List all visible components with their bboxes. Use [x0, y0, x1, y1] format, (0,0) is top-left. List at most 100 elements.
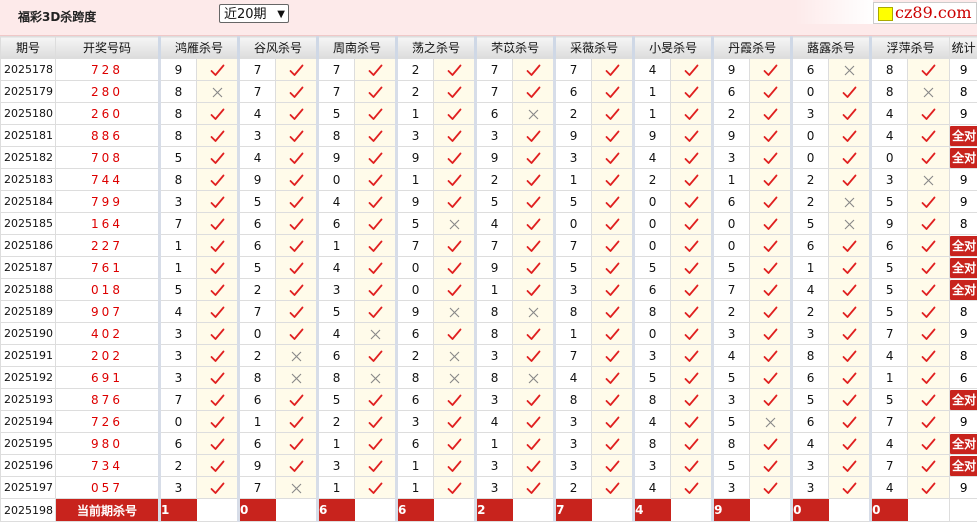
result-wrong-cell: [197, 81, 239, 103]
period-cell: 2025180: [1, 103, 56, 125]
check-icon: [763, 372, 778, 385]
draw-number-cell: 744: [56, 169, 160, 191]
period-range-select[interactable]: 近20期 ▼: [219, 4, 289, 23]
kill-number-cell: 1: [160, 235, 197, 257]
kill-number-cell: 6: [397, 389, 434, 411]
col-header-expert: 荡之杀号: [397, 37, 476, 59]
table-header-row: 期号开奖号码鸿雁杀号谷风杀号周南杀号荡之杀号芣苡杀号采薇杀号小旻杀号丹霞杀号蕗露…: [1, 37, 977, 59]
period-cell: 2025178: [1, 59, 56, 81]
kill-number-cell: 6: [239, 213, 276, 235]
check-icon: [526, 416, 541, 429]
result-correct-cell: [197, 125, 239, 147]
kill-number-cell: 4: [634, 59, 671, 81]
kill-number-cell: 3: [792, 455, 829, 477]
kill-number-cell: 3: [792, 103, 829, 125]
result-correct-cell: [750, 301, 792, 323]
kill-number-cell: 1: [634, 103, 671, 125]
kill-number-cell: 8: [318, 125, 355, 147]
kill-number-cell: 7: [871, 455, 908, 477]
kill-number-cell: 9: [476, 147, 513, 169]
kill-number-cell: 6: [555, 81, 592, 103]
all-correct-badge: 全对: [950, 258, 977, 278]
result-correct-cell: [355, 191, 397, 213]
col-header-stat: 统计: [950, 37, 977, 59]
period-cell: 2025188: [1, 279, 56, 301]
check-icon: [526, 152, 541, 165]
check-icon: [368, 86, 383, 99]
table-row: 202519040230468103379: [1, 323, 977, 345]
check-icon: [842, 306, 857, 319]
period-cell: 2025193: [1, 389, 56, 411]
draw-number-cell: 886: [56, 125, 160, 147]
period-cell: 2025189: [1, 301, 56, 323]
site-logo[interactable]: cz89.com: [873, 2, 977, 24]
check-icon: [368, 350, 383, 363]
check-icon: [447, 196, 462, 209]
result-correct-cell: [829, 279, 871, 301]
result-correct-cell: [592, 279, 634, 301]
kill-number-cell: 5: [634, 367, 671, 389]
check-icon: [210, 328, 225, 341]
draw-number-cell: 734: [56, 455, 160, 477]
draw-number-cell: 708: [56, 147, 160, 169]
result-correct-cell: [592, 191, 634, 213]
col-header-expert: 鸿雁杀号: [160, 37, 239, 59]
result-wrong-cell: [276, 477, 318, 499]
table-row: 20251877611540955515全对: [1, 257, 977, 279]
result-correct-cell: [355, 345, 397, 367]
result-correct-cell: [355, 169, 397, 191]
check-icon: [684, 130, 699, 143]
result-wrong-cell: [829, 213, 871, 235]
result-wrong-cell: [513, 301, 555, 323]
result-correct-cell: [750, 191, 792, 213]
kill-number-cell: 0: [713, 235, 750, 257]
kill-number-cell: 0: [160, 411, 197, 433]
result-correct-cell: [197, 433, 239, 455]
current-kill-cell: 4: [634, 499, 713, 522]
result-correct-cell: [671, 59, 713, 81]
kill-number-cell: 7: [318, 81, 355, 103]
result-wrong-cell: [829, 191, 871, 213]
result-wrong-cell: [276, 345, 318, 367]
check-icon: [210, 350, 225, 363]
result-correct-cell: [513, 345, 555, 367]
kill-number-cell: 7: [871, 411, 908, 433]
table-row: 202517928087727616088: [1, 81, 977, 103]
kill-number-cell: 7: [555, 235, 592, 257]
table-row: 20251880185230136745全对: [1, 279, 977, 301]
kill-number-cell: 6: [634, 279, 671, 301]
check-icon: [447, 416, 462, 429]
check-icon: [526, 262, 541, 275]
result-correct-cell: [355, 213, 397, 235]
result-wrong-cell: [434, 345, 476, 367]
kill-number-cell: 6: [239, 389, 276, 411]
kill-number-cell: 3: [476, 345, 513, 367]
result-correct-cell: [197, 323, 239, 345]
kill-number-cell: 8: [160, 125, 197, 147]
kill-number-cell: 9: [239, 455, 276, 477]
logo-square-icon: [878, 7, 893, 21]
kill-number-cell: 5: [871, 389, 908, 411]
kill-number-cell: 0: [713, 213, 750, 235]
result-correct-cell: [908, 59, 950, 81]
kill-number-cell: 6: [397, 433, 434, 455]
table-row: 202519120232623734848: [1, 345, 977, 367]
result-correct-cell: [513, 59, 555, 81]
check-icon: [210, 460, 225, 473]
kill-number-cell: 9: [318, 147, 355, 169]
kill-number-cell: 8: [634, 433, 671, 455]
kill-number-cell: 6: [318, 345, 355, 367]
check-icon: [447, 394, 462, 407]
current-kill-label: 当前期杀号: [56, 499, 160, 522]
check-icon: [605, 284, 620, 297]
kill-number-cell: 9: [871, 213, 908, 235]
kill-number-cell: 9: [239, 169, 276, 191]
result-correct-cell: [434, 433, 476, 455]
result-correct-cell: [276, 169, 318, 191]
check-icon: [368, 284, 383, 297]
check-icon: [842, 86, 857, 99]
check-icon: [763, 394, 778, 407]
check-icon: [763, 438, 778, 451]
result-correct-cell: [829, 103, 871, 125]
result-correct-cell: [750, 323, 792, 345]
